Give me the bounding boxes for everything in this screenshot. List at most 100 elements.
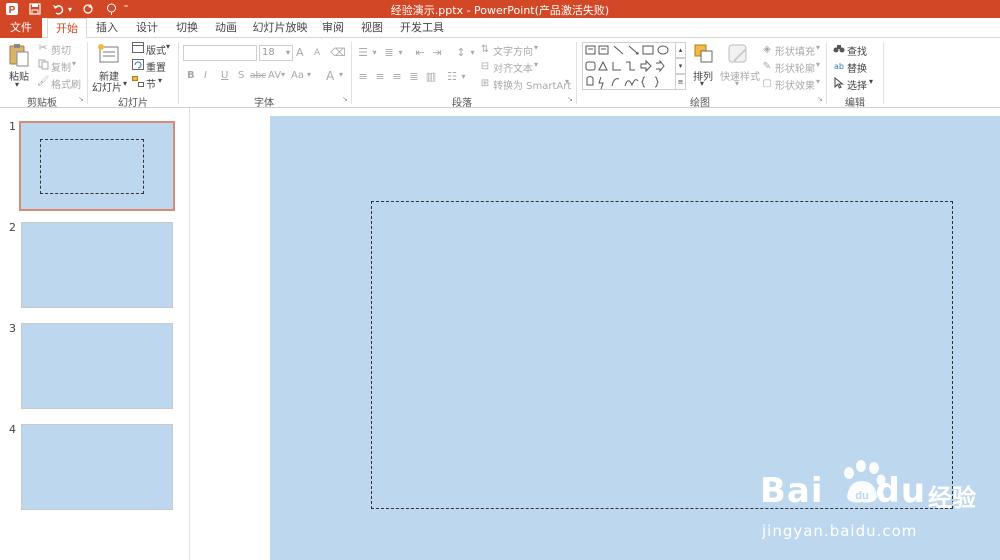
tab-design[interactable]: 设计 — [130, 18, 164, 38]
shape-fill-icon[interactable]: ◈ — [761, 43, 773, 55]
cut-label[interactable]: 剪切 — [51, 42, 71, 57]
numbering-dropdown-icon[interactable]: ▾ — [397, 46, 404, 58]
paste-icon[interactable] — [6, 42, 32, 68]
align-text-icon[interactable]: ⊟ — [479, 60, 491, 72]
copy-dropdown-icon[interactable]: ▾ — [72, 59, 76, 68]
increase-indent-icon[interactable]: ⇥ — [430, 46, 444, 59]
drawing-launcher-icon[interactable]: ↘ — [817, 95, 823, 103]
tab-developer[interactable]: 开发工具 — [396, 18, 448, 38]
reset-icon[interactable] — [131, 58, 144, 70]
select-label[interactable]: 选择 — [847, 77, 867, 92]
quick-styles-icon[interactable] — [726, 42, 750, 66]
align-text-label[interactable]: 对齐文本 — [493, 60, 533, 75]
find-icon[interactable] — [833, 43, 845, 55]
shapes-scroll-down-icon[interactable]: ▾ — [675, 58, 686, 74]
font-size-dropdown-icon[interactable]: ▾ — [286, 46, 290, 60]
clear-formatting-icon[interactable]: ⌫ — [330, 45, 346, 59]
smartart-icon[interactable]: ⊞ — [479, 77, 491, 89]
arrange-dropdown-icon[interactable]: ▾ — [700, 79, 704, 88]
tab-review[interactable]: 审阅 — [316, 18, 350, 38]
slide-thumbnail-3[interactable] — [21, 323, 173, 409]
format-painter-label[interactable]: 格式刷 — [51, 76, 81, 91]
paste-dropdown-icon[interactable]: ▾ — [15, 80, 19, 89]
shadow-button[interactable]: S — [238, 70, 244, 81]
quick-styles-dropdown-icon[interactable]: ▾ — [735, 79, 739, 88]
tab-slideshow[interactable]: 幻灯片放映 — [250, 18, 310, 38]
shape-fill-dropdown-icon[interactable]: ▾ — [816, 43, 820, 52]
select-icon[interactable] — [833, 77, 845, 89]
smartart-dropdown-icon[interactable]: ▾ — [565, 77, 569, 86]
decrease-indent-icon[interactable]: ⇤ — [413, 46, 427, 59]
text-direction-icon[interactable]: ⇅ — [479, 43, 491, 55]
select-dropdown-icon[interactable]: ▾ — [869, 77, 873, 86]
shape-outline-icon[interactable]: ✎ — [761, 60, 773, 72]
copy-icon[interactable] — [37, 58, 49, 70]
numbering-icon[interactable]: ≣ — [382, 46, 396, 59]
tab-insert[interactable]: 插入 — [90, 18, 124, 38]
copy-label[interactable]: 复制 — [51, 59, 71, 74]
arrange-icon[interactable] — [693, 43, 715, 65]
distributed-icon[interactable]: ▥ — [424, 70, 438, 83]
grow-font-icon[interactable]: A — [296, 46, 304, 59]
bold-button[interactable]: B — [187, 70, 195, 81]
line-spacing-dropdown-icon[interactable]: ▾ — [469, 46, 476, 58]
layout-icon[interactable] — [131, 41, 144, 53]
slide-thumbnail-4[interactable] — [21, 424, 173, 510]
align-left-icon[interactable]: ≡ — [356, 70, 370, 83]
slide-thumbnail-2[interactable] — [21, 222, 173, 308]
text-direction-dropdown-icon[interactable]: ▾ — [534, 43, 538, 52]
find-label[interactable]: 查找 — [847, 43, 867, 58]
shape-fill-label[interactable]: 形状填充 — [775, 43, 815, 58]
tab-file[interactable]: 文件 — [0, 18, 42, 38]
new-slide-label-2[interactable]: 幻灯片 — [92, 79, 122, 94]
section-icon[interactable] — [131, 75, 144, 87]
slide-thumbnail-1[interactable] — [19, 121, 175, 211]
tab-transitions[interactable]: 切换 — [170, 18, 204, 38]
font-name-input[interactable] — [183, 45, 257, 61]
char-spacing-dropdown-icon[interactable]: ▾ — [281, 70, 285, 79]
shapes-more-icon[interactable]: ≡ — [675, 74, 686, 90]
shape-effects-label[interactable]: 形状效果 — [775, 77, 815, 92]
replace-icon[interactable]: ab — [833, 60, 845, 72]
underline-button[interactable]: U — [221, 70, 228, 81]
paragraph-launcher-icon[interactable]: ↘ — [567, 95, 573, 103]
quick-styles-label[interactable]: 快速样式 — [720, 68, 760, 83]
align-text-dropdown-icon[interactable]: ▾ — [534, 60, 538, 69]
tab-view[interactable]: 视图 — [355, 18, 389, 38]
replace-label[interactable]: 替换 — [847, 60, 867, 75]
section-label[interactable]: 节 — [146, 76, 156, 91]
tab-animations[interactable]: 动画 — [209, 18, 243, 38]
line-spacing-icon[interactable]: ↕ — [454, 46, 468, 59]
align-center-icon[interactable]: ≡ — [373, 70, 387, 83]
font-launcher-icon[interactable]: ↘ — [342, 95, 348, 103]
new-slide-dropdown-icon[interactable]: ▾ — [123, 79, 127, 88]
justify-icon[interactable]: ≣ — [407, 70, 421, 83]
cut-icon[interactable]: ✂ — [37, 41, 49, 54]
clipboard-launcher-icon[interactable]: ↘ — [78, 95, 84, 103]
smartart-label[interactable]: 转换为 SmartArt — [493, 77, 571, 92]
layout-dropdown-icon[interactable]: ▾ — [166, 42, 170, 51]
shapes-scroll-up-icon[interactable]: ▴ — [675, 42, 686, 58]
section-dropdown-icon[interactable]: ▾ — [158, 76, 162, 85]
font-color-button[interactable]: A — [326, 69, 334, 83]
new-slide-icon[interactable] — [96, 42, 122, 66]
shrink-font-icon[interactable]: A — [314, 48, 320, 58]
shape-outline-dropdown-icon[interactable]: ▾ — [816, 60, 820, 69]
columns-icon[interactable]: ☷ — [445, 70, 459, 83]
shapes-gallery[interactable] — [582, 42, 686, 90]
shape-effects-icon[interactable]: ▢ — [761, 77, 773, 89]
align-right-icon[interactable]: ≡ — [390, 70, 404, 83]
reset-label[interactable]: 重置 — [146, 59, 166, 74]
font-color-dropdown-icon[interactable]: ▾ — [339, 70, 343, 79]
bullets-dropdown-icon[interactable]: ▾ — [371, 46, 378, 58]
strikethrough-button[interactable]: abc — [250, 71, 266, 81]
change-case-dropdown-icon[interactable]: ▾ — [307, 70, 311, 79]
italic-button[interactable]: I — [204, 70, 207, 81]
char-spacing-button[interactable]: AV — [268, 70, 281, 81]
text-direction-label[interactable]: 文字方向 — [493, 43, 533, 58]
tab-home[interactable]: 开始 — [47, 18, 87, 39]
shape-effects-dropdown-icon[interactable]: ▾ — [816, 77, 820, 86]
change-case-button[interactable]: Aa — [291, 70, 304, 81]
bullets-icon[interactable]: ☰ — [356, 46, 370, 59]
slide-canvas[interactable]: du Bai du 经验 jingyan.baidu.com — [270, 116, 1000, 560]
